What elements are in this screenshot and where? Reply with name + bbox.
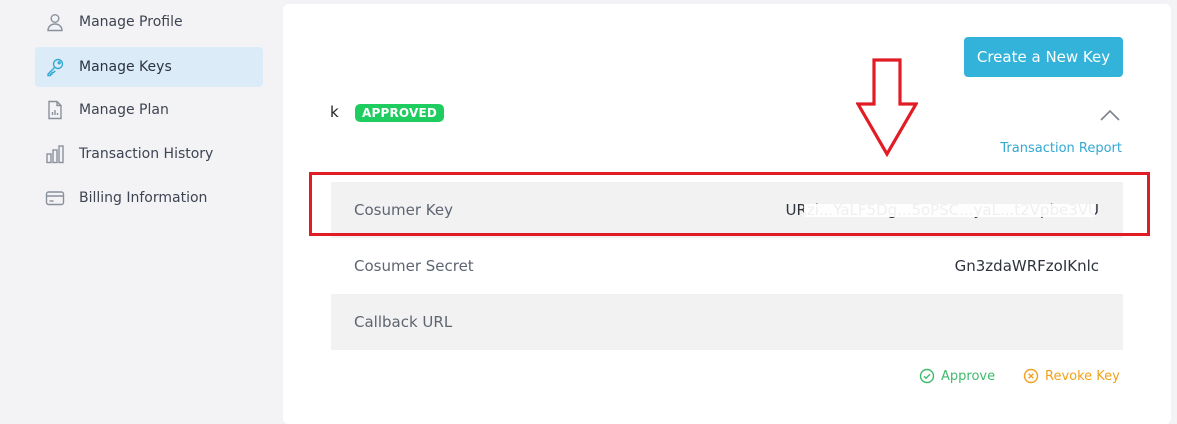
revoke-key-button[interactable]: Revoke Key — [1023, 368, 1120, 384]
sidebar: Manage Profile Manage Keys Manage Plan T… — [0, 0, 280, 404]
sidebar-item-label: Manage Keys — [79, 59, 172, 75]
sidebar-item-label: Manage Profile — [79, 14, 183, 30]
sidebar-item-manage-plan[interactable]: Manage Plan — [35, 90, 263, 130]
sidebar-item-label: Manage Plan — [79, 102, 169, 118]
create-new-key-button[interactable]: Create a New Key — [964, 37, 1123, 77]
bar-chart-icon — [45, 144, 65, 164]
consumer-key-row: Cosumer Key URzi...YaLF5Dg...5oPSC...yaL… — [331, 182, 1123, 238]
consumer-secret-row: Cosumer Secret Gn3zdaWRFzoIKnlc — [331, 238, 1123, 294]
consumer-key-value: URzi...YaLF5Dg...5oPSC...yaL...t2Vpbe3VU — [785, 201, 1099, 219]
sidebar-item-label: Transaction History — [79, 146, 214, 162]
document-chart-icon — [45, 100, 65, 120]
sidebar-item-label: Billing Information — [79, 190, 208, 206]
sidebar-item-manage-keys[interactable]: Manage Keys — [35, 47, 263, 87]
row-label: Callback URL — [354, 313, 453, 331]
transaction-report-link[interactable]: Transaction Report — [1000, 141, 1122, 156]
key-name: k — [330, 103, 339, 121]
check-circle-icon — [919, 368, 935, 384]
user-icon — [45, 12, 65, 32]
sidebar-item-manage-profile[interactable]: Manage Profile — [35, 2, 263, 42]
x-circle-icon — [1023, 368, 1039, 384]
chevron-up-icon[interactable] — [1099, 108, 1121, 122]
revoke-label: Revoke Key — [1045, 368, 1120, 384]
sidebar-item-transaction-history[interactable]: Transaction History — [35, 134, 263, 174]
keys-card: Create a New Key k APPROVED Transaction … — [283, 4, 1171, 424]
sidebar-item-billing-information[interactable]: Billing Information — [35, 178, 263, 218]
row-label: Cosumer Key — [354, 201, 453, 219]
approve-label: Approve — [941, 368, 996, 384]
callback-url-row: Callback URL — [331, 294, 1123, 350]
row-label: Cosumer Secret — [354, 257, 474, 275]
consumer-secret-value: Gn3zdaWRFzoIKnlc — [954, 257, 1099, 275]
status-badge: APPROVED — [355, 104, 445, 122]
credit-card-icon — [45, 188, 65, 208]
key-icon — [45, 57, 65, 77]
approve-button[interactable]: Approve — [919, 368, 995, 384]
